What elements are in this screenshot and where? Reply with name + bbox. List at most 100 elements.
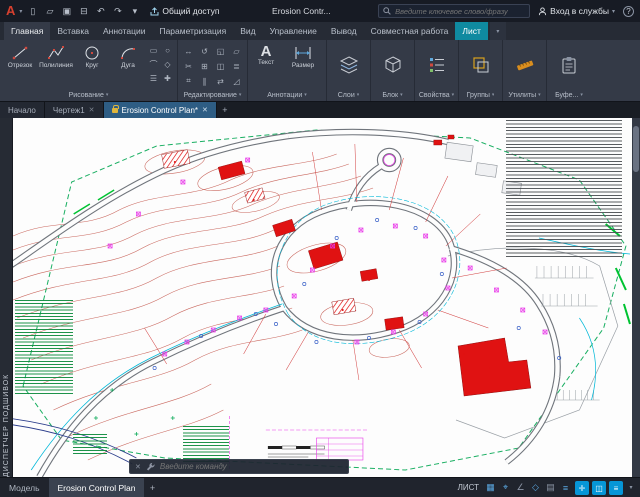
ribbon-tab-output[interactable]: Вывод (324, 22, 364, 40)
search-input[interactable] (395, 7, 525, 16)
circle-button[interactable]: Круг (75, 41, 109, 70)
doc-tab-start[interactable]: Начало (0, 102, 45, 118)
scrollbar-thumb[interactable] (633, 126, 639, 172)
ribbon-tab-layout[interactable]: Лист (455, 22, 487, 40)
doc-tab-drawing1[interactable]: Чертеж1 ✕ (45, 102, 104, 118)
arc-tool-icon[interactable]: ⌒ (147, 58, 160, 71)
ribbon-tab-annotate[interactable]: Аннотации (96, 22, 153, 40)
space-indicator-label[interactable]: ЛИСТ (458, 478, 479, 497)
panel-label-block: Блок ▾ (382, 89, 402, 101)
move-tool-icon[interactable]: ↔ (181, 44, 196, 58)
customization-button[interactable]: ≡ (609, 481, 623, 495)
dimension-icon (294, 44, 312, 62)
copy-tool-icon[interactable]: ▱ (229, 44, 244, 58)
groups-icon (471, 55, 491, 75)
panel-utilities[interactable]: Утилиты ▾ (503, 40, 547, 101)
annotation-scale-icon[interactable]: ≡ (558, 478, 573, 497)
fillet-tool-icon[interactable]: ◿ (229, 74, 244, 88)
qat-redo-icon[interactable]: ↷ (111, 6, 124, 17)
sheet-set-manager-palette-tab[interactable]: ДИСПЕТЧЕР ПОДШИВОК (0, 118, 13, 477)
ribbon-tab-home[interactable]: Главная (4, 22, 50, 40)
panel-clipboard[interactable]: Буфе... ▾ (547, 40, 591, 101)
arc-button[interactable]: Дуга (111, 41, 145, 70)
qat-undo-icon[interactable]: ↶ (94, 6, 107, 17)
lock-icon (112, 108, 118, 113)
snap-toggle-icon[interactable]: ⌖ (498, 478, 513, 497)
hardware-acceleration-button[interactable]: ◫ (592, 481, 606, 495)
mirror-tool-icon[interactable]: ◫ (213, 59, 228, 73)
model-tab[interactable]: Модель (0, 478, 49, 497)
close-icon[interactable]: ✕ (89, 106, 95, 114)
scale-tool-icon[interactable]: ⌗ (181, 74, 196, 88)
status-bar: Модель Erosion Control Plan + ЛИСТ ▦ ⌖ ∠… (0, 477, 640, 497)
text-icon: А (261, 44, 272, 59)
isolate-objects-button[interactable]: ✛ (575, 481, 589, 495)
panel-label-draw[interactable]: Рисование ▾ (3, 89, 174, 101)
qat-customize-caret-icon[interactable]: ▾ (128, 6, 141, 17)
title-bar: A ▾ ▯ ▱ ▣ ⊟ ↶ ↷ ▾ Общий доступ Erosion C… (0, 0, 640, 22)
help-search-box[interactable] (378, 4, 530, 18)
rotate-tool-icon[interactable]: ↺ (197, 44, 212, 58)
command-close-icon[interactable]: ✕ (135, 463, 141, 471)
autocad-logo-icon[interactable]: A (6, 0, 15, 22)
scissors-tool-icon[interactable]: ✂ (181, 59, 196, 73)
ribbon-collapse-caret-icon[interactable]: ▾ (490, 22, 506, 40)
drawing-viewport[interactable]: ✕ (13, 118, 632, 477)
panel-groups[interactable]: Группы ▾ (459, 40, 503, 101)
point-tool-icon[interactable]: ✚ (161, 72, 174, 85)
array-tool-icon[interactable]: ⊞ (197, 59, 212, 73)
grid-toggle-icon[interactable]: ▦ (483, 478, 498, 497)
explode-tool-icon[interactable]: ⇄ (213, 74, 228, 88)
panel-label-annotate[interactable]: Аннотации ▾ (251, 89, 323, 101)
qat-plot-icon[interactable]: ⊟ (77, 6, 90, 17)
text-button[interactable]: А Текст (251, 41, 281, 67)
signin-button[interactable]: Вход в службы ▾ (534, 6, 619, 16)
share-button[interactable]: Общий доступ (145, 6, 224, 16)
signin-caret-icon: ▾ (612, 8, 615, 15)
erosion-notes-block (506, 120, 622, 258)
panel-properties[interactable]: Свойства ▾ (415, 40, 459, 101)
polyline-button[interactable]: Полилиния (39, 41, 73, 70)
line-button[interactable]: Отрезок (3, 41, 37, 70)
offset-tool-icon[interactable]: ∥ (197, 74, 212, 88)
panel-label-groups: Группы ▾ (467, 89, 495, 101)
status-bar-menu-caret-icon[interactable]: ▾ (624, 478, 638, 497)
new-layout-button[interactable]: + (144, 478, 160, 497)
stretch-tool-icon[interactable]: ≣ (229, 59, 244, 73)
command-input[interactable] (160, 462, 343, 471)
close-icon[interactable]: ✕ (202, 106, 208, 114)
dimension-button[interactable]: Размер (283, 41, 323, 70)
ellipse-tool-icon[interactable]: ○ (161, 44, 174, 57)
ribbon-tab-parametric[interactable]: Параметризация (152, 22, 233, 40)
app-menu-caret-icon[interactable]: ▾ (19, 8, 22, 15)
qat-open-icon[interactable]: ▱ (43, 6, 56, 17)
panel-block[interactable]: Блок ▾ (371, 40, 415, 101)
ribbon-tab-insert[interactable]: Вставка (50, 22, 96, 40)
lineweight-toggle-icon[interactable]: ▤ (543, 478, 558, 497)
doc-tab-erosion-control-plan[interactable]: Erosion Control Plan* ✕ (104, 102, 217, 118)
qat-new-icon[interactable]: ▯ (26, 6, 39, 17)
rectangle-tool-icon[interactable]: ▭ (147, 44, 160, 57)
panel-caret-icon: ▾ (580, 92, 583, 98)
polar-tracking-icon[interactable]: ∠ (513, 478, 528, 497)
sheet-set-manager-label: ДИСПЕТЧЕР ПОДШИВОК (3, 172, 10, 477)
polygon-tool-icon[interactable]: ◇ (161, 58, 174, 71)
osnap-toggle-icon[interactable]: ◇ (528, 478, 543, 497)
vertical-scrollbar[interactable] (632, 118, 640, 477)
trim-tool-icon[interactable]: ◱ (213, 44, 228, 58)
hatch-tool-icon[interactable]: ☰ (147, 72, 160, 85)
layout-tab-erosion-control-plan[interactable]: Erosion Control Plan (49, 478, 145, 497)
panel-annotate: А Текст Размер Аннотации ▾ (248, 40, 327, 101)
wrench-icon[interactable] (146, 462, 155, 471)
panel-label-modify[interactable]: Редактирование ▾ (181, 89, 244, 101)
ribbon-tab-view[interactable]: Вид (233, 22, 262, 40)
help-button[interactable]: ? (623, 6, 634, 17)
panel-layers[interactable]: Слои ▾ (327, 40, 371, 101)
ribbon-tab-collaborate[interactable]: Совместная работа (364, 22, 456, 40)
green-annotation-block-bottom (183, 426, 229, 462)
new-drawing-tab-button[interactable]: + (217, 102, 233, 118)
qat-save-icon[interactable]: ▣ (60, 6, 73, 17)
ribbon-tab-manage[interactable]: Управление (263, 22, 324, 40)
share-label: Общий доступ (162, 6, 219, 16)
command-line[interactable]: ✕ (129, 459, 349, 474)
